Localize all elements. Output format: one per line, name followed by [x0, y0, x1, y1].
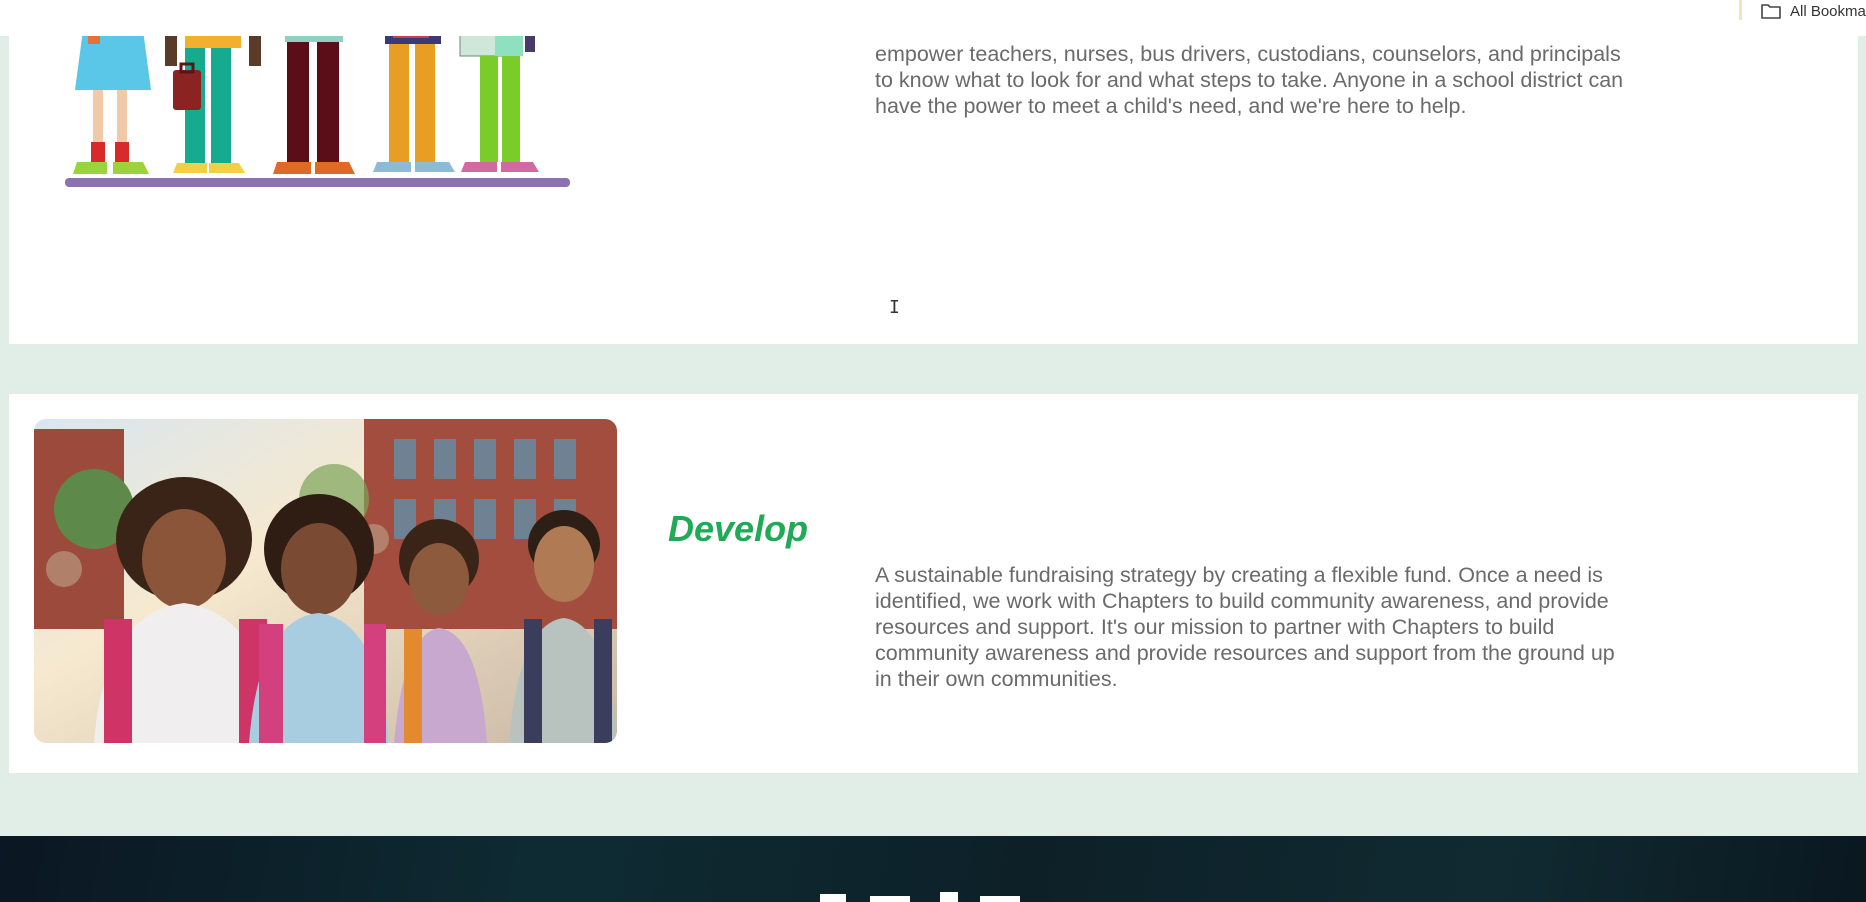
students-illustration	[65, 30, 570, 187]
folder-icon	[1761, 4, 1781, 19]
bookmarks-separator	[1739, 0, 1742, 20]
bookmarks-bar: All Bookma	[0, 0, 1866, 36]
text-cursor-icon: I	[889, 297, 900, 318]
empower-description: empower teachers, nurses, bus drivers, c…	[875, 42, 1624, 118]
students-photo	[34, 419, 617, 743]
all-bookmarks-folder[interactable]: All Bookma	[1760, 0, 1866, 22]
footer-heading-partial	[820, 892, 1020, 902]
develop-description: A sustainable fundraising strategy by cr…	[875, 563, 1615, 691]
develop-title: Develop	[668, 508, 809, 549]
all-bookmarks-label: All Bookma	[1790, 2, 1866, 20]
